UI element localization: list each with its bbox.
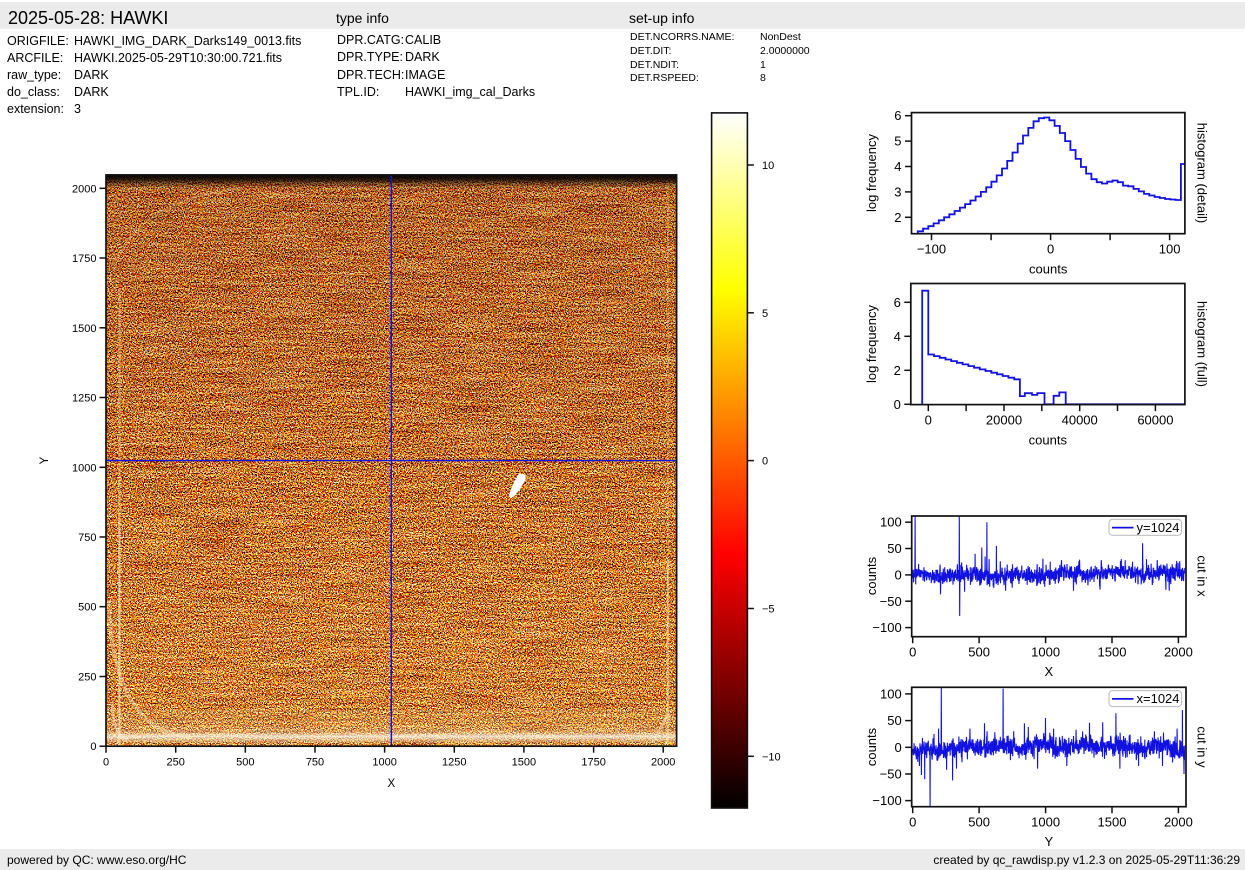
svg-text:500: 500 [78, 602, 96, 614]
svg-text:0: 0 [909, 645, 916, 660]
svg-text:3: 3 [894, 184, 901, 199]
svg-text:−50: −50 [880, 767, 902, 782]
svg-text:log frequency: log frequency [864, 133, 879, 212]
svg-text:−50: −50 [880, 594, 902, 609]
svg-text:50: 50 [887, 541, 901, 556]
svg-text:0: 0 [90, 741, 96, 753]
svg-text:cut in y: cut in y [1195, 726, 1210, 768]
svg-text:1750: 1750 [72, 253, 96, 265]
svg-text:−10: −10 [762, 751, 781, 763]
svg-text:250: 250 [167, 757, 185, 769]
svg-text:x=1024: x=1024 [1137, 691, 1180, 706]
svg-text:10: 10 [762, 160, 774, 172]
svg-text:20000: 20000 [986, 413, 1022, 428]
svg-text:500: 500 [968, 815, 990, 830]
svg-text:counts: counts [1029, 262, 1068, 277]
svg-text:1000: 1000 [372, 757, 396, 769]
svg-text:5: 5 [894, 134, 901, 149]
svg-text:1500: 1500 [1098, 815, 1127, 830]
svg-text:2000: 2000 [72, 183, 96, 195]
svg-text:2: 2 [894, 363, 901, 378]
svg-text:1250: 1250 [72, 393, 96, 405]
svg-text:0: 0 [894, 397, 901, 412]
svg-text:counts: counts [864, 727, 879, 766]
svg-text:histogram (detail): histogram (detail) [1195, 123, 1210, 223]
svg-text:X: X [1044, 664, 1053, 679]
svg-text:1000: 1000 [1031, 815, 1060, 830]
svg-text:6: 6 [894, 108, 901, 123]
svg-text:100: 100 [880, 686, 902, 701]
svg-text:5: 5 [762, 308, 768, 320]
svg-text:50: 50 [887, 713, 901, 728]
svg-text:0: 0 [1047, 242, 1054, 257]
svg-text:0: 0 [925, 413, 932, 428]
svg-text:500: 500 [236, 757, 254, 769]
svg-text:Y: Y [39, 456, 51, 464]
svg-text:0: 0 [894, 740, 901, 755]
svg-text:750: 750 [306, 757, 324, 769]
svg-text:4: 4 [894, 159, 901, 174]
svg-text:−100: −100 [917, 242, 946, 257]
svg-text:X: X [387, 778, 395, 790]
svg-text:2: 2 [894, 210, 901, 225]
svg-text:−100: −100 [872, 620, 901, 635]
svg-text:2000: 2000 [651, 757, 675, 769]
svg-text:250: 250 [78, 672, 96, 684]
svg-text:1500: 1500 [72, 323, 96, 335]
svg-text:1500: 1500 [512, 757, 536, 769]
svg-text:40000: 40000 [1062, 413, 1098, 428]
svg-text:1250: 1250 [442, 757, 466, 769]
svg-text:1750: 1750 [581, 757, 605, 769]
svg-text:0: 0 [762, 456, 768, 468]
svg-text:2000: 2000 [1164, 645, 1193, 660]
svg-text:counts: counts [864, 556, 879, 595]
svg-text:0: 0 [103, 757, 109, 769]
svg-text:y=1024: y=1024 [1137, 520, 1180, 535]
svg-text:1500: 1500 [1098, 645, 1127, 660]
svg-text:2000: 2000 [1164, 815, 1193, 830]
svg-text:4: 4 [894, 329, 901, 344]
svg-text:1000: 1000 [72, 462, 96, 474]
svg-text:0: 0 [894, 567, 901, 582]
svg-text:100: 100 [880, 515, 902, 530]
svg-text:750: 750 [78, 532, 96, 544]
svg-text:log frequency: log frequency [864, 304, 879, 383]
svg-text:−100: −100 [872, 793, 901, 808]
svg-text:0: 0 [909, 815, 916, 830]
svg-text:−5: −5 [762, 604, 775, 616]
svg-text:Y: Y [1044, 834, 1053, 849]
svg-text:histogram (full): histogram (full) [1195, 301, 1210, 387]
svg-text:counts: counts [1029, 433, 1068, 448]
svg-text:500: 500 [968, 645, 990, 660]
svg-text:60000: 60000 [1137, 413, 1173, 428]
svg-text:6: 6 [894, 295, 901, 310]
svg-text:100: 100 [1159, 242, 1181, 257]
svg-text:1000: 1000 [1031, 645, 1060, 660]
svg-text:cut in x: cut in x [1195, 555, 1210, 597]
